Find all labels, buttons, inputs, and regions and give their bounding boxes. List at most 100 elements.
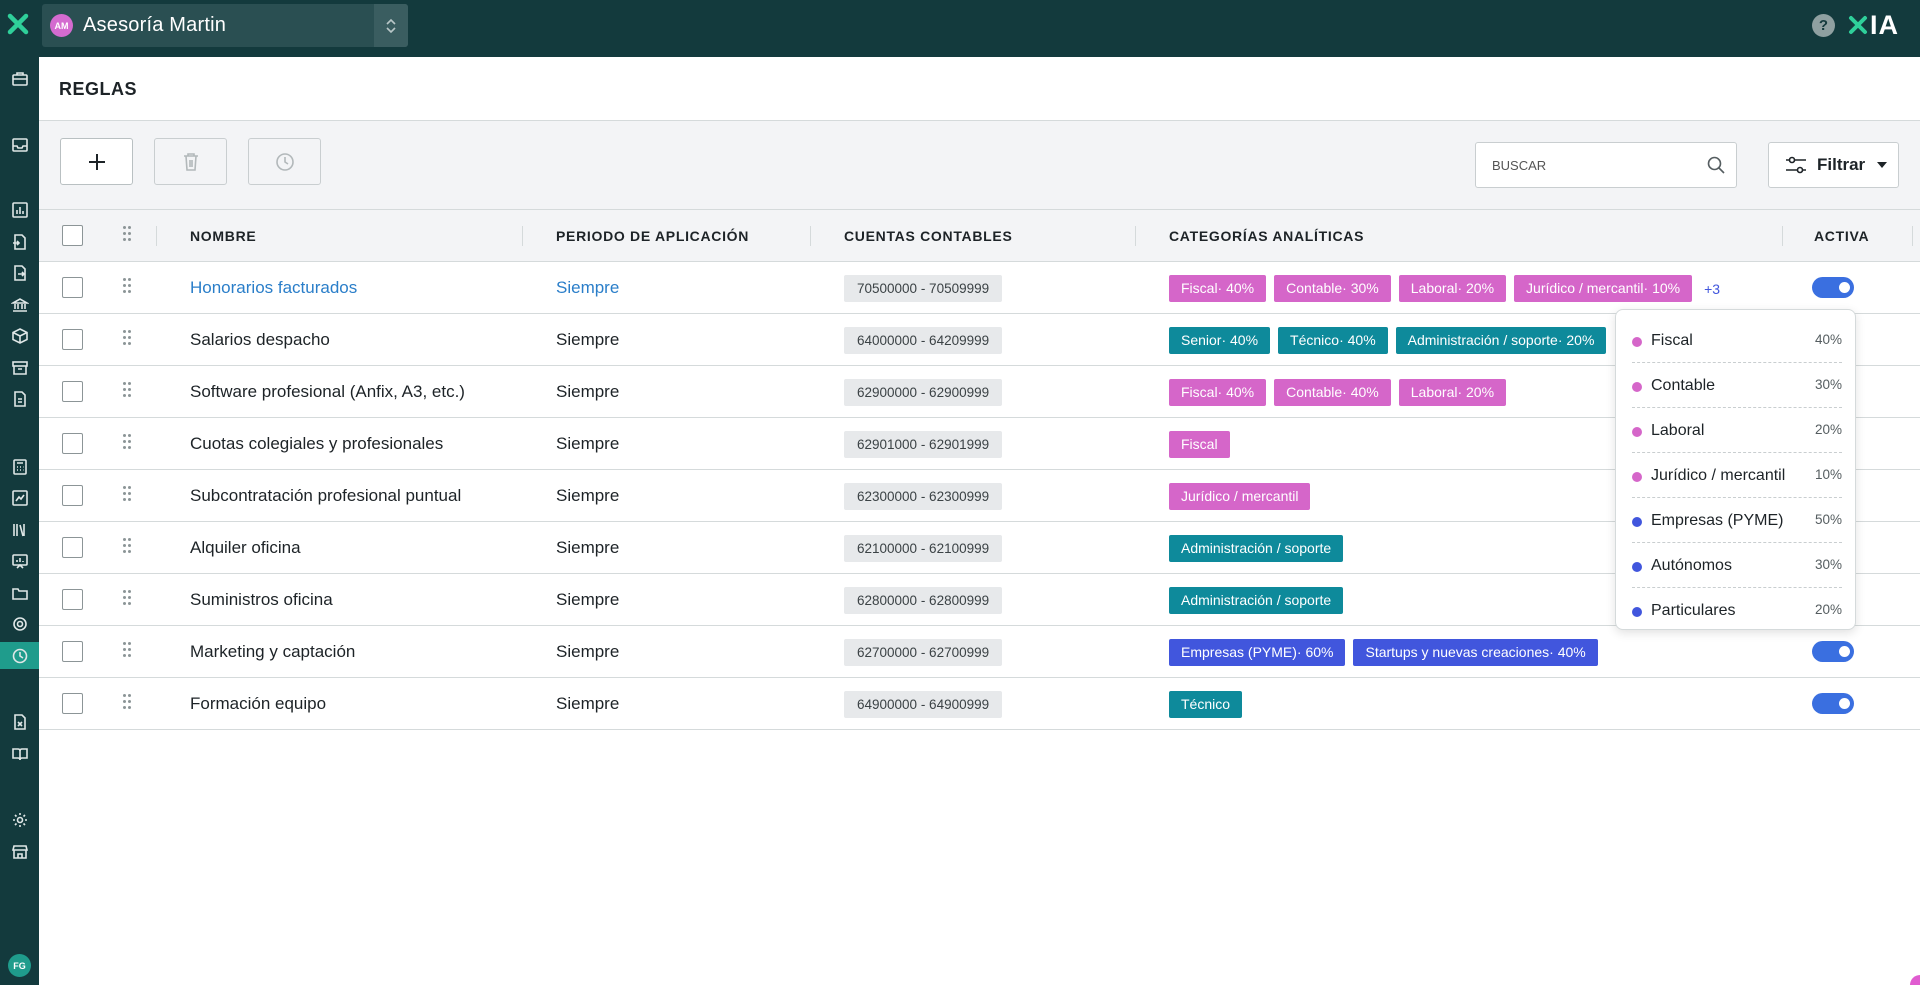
document-out-icon[interactable] <box>6 259 33 286</box>
rule-name[interactable]: Formación equipo <box>190 694 326 714</box>
account-range: 62901000 - 62901999 <box>844 431 1003 458</box>
drag-handle-icon[interactable] <box>123 642 133 658</box>
select-all-checkbox[interactable] <box>62 225 83 246</box>
chart-icon[interactable] <box>6 196 33 223</box>
presentation-icon[interactable] <box>6 547 33 574</box>
brand-text: IA <box>1870 9 1899 40</box>
popover-item-label: Particulares <box>1651 602 1736 619</box>
popover-item: Jurídico / mercantil 10% <box>1632 453 1842 498</box>
rule-name[interactable]: Suministros oficina <box>190 590 333 610</box>
drag-handle-icon[interactable] <box>123 434 133 450</box>
table-row[interactable]: Formación equipo Siempre 64900000 - 6490… <box>39 678 1920 730</box>
account-range: 70500000 - 70509999 <box>844 275 1003 302</box>
drag-handle-icon[interactable] <box>123 330 133 346</box>
account-range: 62100000 - 62100999 <box>844 535 1003 562</box>
report-icon[interactable] <box>6 484 33 511</box>
excel-file-icon[interactable] <box>6 708 33 735</box>
active-toggle[interactable] <box>1812 277 1854 298</box>
briefcase-icon[interactable] <box>6 65 33 92</box>
drag-handle-icon[interactable] <box>123 278 133 294</box>
toolbar: Filtrar <box>39 121 1920 210</box>
rule-name-link[interactable]: Honorarios facturados <box>190 278 357 298</box>
category-tag: Contable· 40% <box>1274 379 1391 406</box>
popover-item-value: 30% <box>1814 557 1842 572</box>
delete-rule-button[interactable] <box>154 138 227 185</box>
row-checkbox[interactable] <box>62 589 83 610</box>
table-row[interactable]: Honorarios facturados Siempre 70500000 -… <box>39 262 1920 314</box>
book-open-icon[interactable] <box>6 740 33 767</box>
category-tags: Administración / soporte <box>1169 535 1344 562</box>
drag-handle-icon[interactable] <box>123 486 133 502</box>
row-checkbox[interactable] <box>62 693 83 714</box>
active-toggle[interactable] <box>1812 641 1854 662</box>
category-tags: Jurídico / mercantil <box>1169 483 1311 510</box>
org-name: Asesoría Martin <box>83 14 227 36</box>
rule-name[interactable]: Salarios despacho <box>190 330 330 350</box>
popover-item-label: Fiscal <box>1651 332 1693 349</box>
rules-clock-icon[interactable] <box>0 642 39 669</box>
drag-handle-icon[interactable] <box>123 694 133 710</box>
chevron-up-down-icon[interactable] <box>374 4 408 47</box>
bank-icon[interactable] <box>6 291 33 318</box>
column-header-active[interactable]: ACTIVA <box>1814 228 1869 244</box>
row-checkbox[interactable] <box>62 485 83 506</box>
app-logo-icon[interactable] <box>7 13 29 35</box>
column-separator <box>156 226 157 246</box>
archive-icon[interactable] <box>6 354 33 381</box>
settings-gear-icon[interactable] <box>6 806 33 833</box>
search-input[interactable] <box>1476 143 1696 187</box>
column-header-accounts[interactable]: CUENTAS CONTABLES <box>844 228 1013 244</box>
brand-logo: IA <box>1848 9 1899 40</box>
caret-down-icon <box>1877 162 1888 168</box>
file-text-icon[interactable] <box>6 385 33 412</box>
column-separator <box>522 226 523 246</box>
drag-handle-icon[interactable] <box>123 382 133 398</box>
rule-period: Siempre <box>556 694 620 713</box>
folder-icon[interactable] <box>6 579 33 606</box>
column-header-period[interactable]: PERIODO DE APLICACIÓN <box>556 228 749 244</box>
box-icon[interactable] <box>6 322 33 349</box>
column-header-categories[interactable]: CATEGORÍAS ANALÍTICAS <box>1169 228 1364 244</box>
search-icon[interactable] <box>1706 155 1726 175</box>
library-icon[interactable] <box>6 516 33 543</box>
rule-name[interactable]: Marketing y captación <box>190 642 355 662</box>
rule-name[interactable]: Alquiler oficina <box>190 538 301 558</box>
document-in-icon[interactable] <box>6 228 33 255</box>
table-row[interactable]: Marketing y captación Siempre 62700000 -… <box>39 626 1920 678</box>
trash-icon <box>183 152 198 171</box>
account-range: 62700000 - 62700999 <box>844 639 1003 666</box>
row-checkbox[interactable] <box>62 433 83 454</box>
popover-item-value: 30% <box>1814 377 1842 392</box>
history-button[interactable] <box>248 138 321 185</box>
organization-switcher[interactable]: AM Asesoría Martin <box>42 4 408 47</box>
active-toggle[interactable] <box>1812 693 1854 714</box>
target-icon[interactable] <box>6 610 33 637</box>
user-avatar[interactable]: FG <box>8 954 31 977</box>
calculator-icon[interactable] <box>6 453 33 480</box>
add-rule-button[interactable] <box>60 138 133 185</box>
drag-handle-icon[interactable] <box>123 538 133 554</box>
row-checkbox[interactable] <box>62 537 83 558</box>
rule-name[interactable]: Software profesional (Anfix, A3, etc.) <box>190 382 465 402</box>
store-icon[interactable] <box>6 838 33 865</box>
popover-item-label: Autónomos <box>1651 557 1732 574</box>
row-checkbox[interactable] <box>62 381 83 402</box>
rule-name[interactable]: Cuotas colegiales y profesionales <box>190 434 443 454</box>
help-icon[interactable]: ? <box>1812 14 1835 37</box>
search-box <box>1475 142 1737 188</box>
rule-period-link[interactable]: Siempre <box>556 278 619 298</box>
more-categories-link[interactable]: +3 <box>1704 281 1720 297</box>
rule-name[interactable]: Subcontratación profesional puntual <box>190 486 461 506</box>
filter-button[interactable]: Filtrar <box>1768 142 1899 188</box>
column-separator <box>1782 226 1783 246</box>
row-checkbox[interactable] <box>62 641 83 662</box>
category-tag: Jurídico / mercantil <box>1169 483 1311 510</box>
row-checkbox[interactable] <box>62 329 83 350</box>
column-header-name[interactable]: NOMBRE <box>190 228 256 244</box>
row-checkbox[interactable] <box>62 277 83 298</box>
inbox-icon[interactable] <box>6 131 33 158</box>
drag-handle-icon[interactable] <box>123 590 133 606</box>
category-dot <box>1632 472 1642 482</box>
category-dot <box>1632 562 1642 572</box>
popover-item: Fiscal 40% <box>1632 318 1842 363</box>
